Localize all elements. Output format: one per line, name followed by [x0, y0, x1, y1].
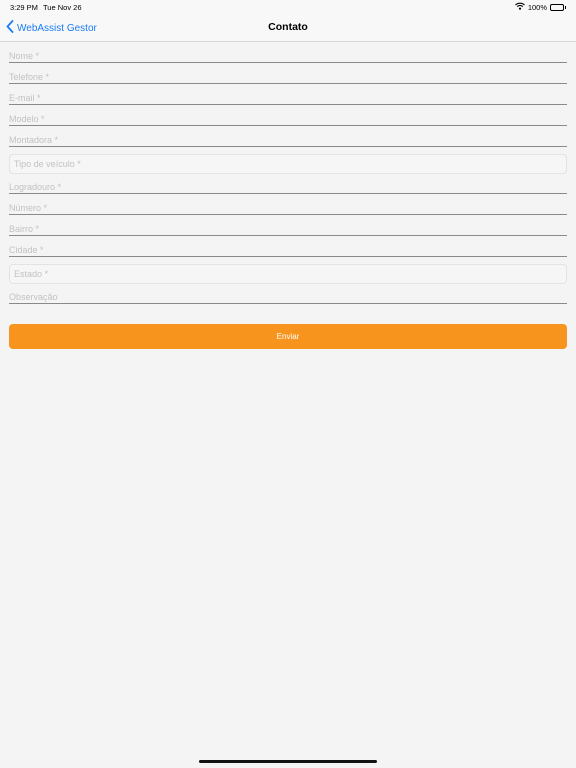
- estado-select[interactable]: Estado *: [9, 264, 567, 284]
- montadora-placeholder: Montadora *: [9, 135, 59, 145]
- numero-placeholder: Número *: [9, 203, 48, 213]
- tipo-veiculo-placeholder: Tipo de veículo *: [14, 159, 81, 169]
- wifi-icon: [514, 2, 525, 12]
- enviar-button[interactable]: Enviar: [9, 324, 567, 349]
- page-title: Contato: [268, 21, 308, 33]
- bairro-placeholder: Bairro *: [9, 224, 40, 234]
- contact-form: Nome * Telefone * E-mail * Modelo * Mont…: [9, 42, 567, 304]
- cidade-field[interactable]: Cidade *: [9, 236, 567, 257]
- observacao-placeholder: Observação: [9, 292, 58, 302]
- status-bar: 3:29 PM Tue Nov 26 100%: [0, 0, 576, 14]
- email-placeholder: E-mail *: [9, 93, 41, 103]
- status-time: 3:29 PM: [10, 3, 38, 12]
- montadora-field[interactable]: Montadora *: [9, 126, 567, 147]
- nome-placeholder: Nome *: [9, 51, 40, 61]
- cidade-placeholder: Cidade *: [9, 245, 44, 255]
- home-indicator[interactable]: [199, 760, 377, 763]
- bairro-field[interactable]: Bairro *: [9, 215, 567, 236]
- status-date: Tue Nov 26: [43, 3, 82, 12]
- telefone-placeholder: Telefone *: [9, 72, 50, 82]
- status-indicators: 100%: [514, 2, 566, 12]
- battery-percent: 100%: [527, 2, 547, 12]
- nome-field[interactable]: Nome *: [9, 42, 567, 63]
- logradouro-field[interactable]: Logradouro *: [9, 174, 567, 194]
- tipo-veiculo-select[interactable]: Tipo de veículo *: [9, 154, 567, 174]
- navigation-bar: WebAssist Gestor Contato: [0, 14, 576, 42]
- numero-field[interactable]: Número *: [9, 194, 567, 215]
- estado-placeholder: Estado *: [14, 269, 49, 279]
- telefone-field[interactable]: Telefone *: [9, 63, 567, 84]
- modelo-placeholder: Modelo *: [9, 114, 45, 124]
- observacao-field[interactable]: Observação: [9, 284, 567, 304]
- email-field[interactable]: E-mail *: [9, 84, 567, 105]
- logradouro-placeholder: Logradouro *: [9, 182, 62, 192]
- modelo-field[interactable]: Modelo *: [9, 105, 567, 126]
- battery-icon: [550, 3, 566, 11]
